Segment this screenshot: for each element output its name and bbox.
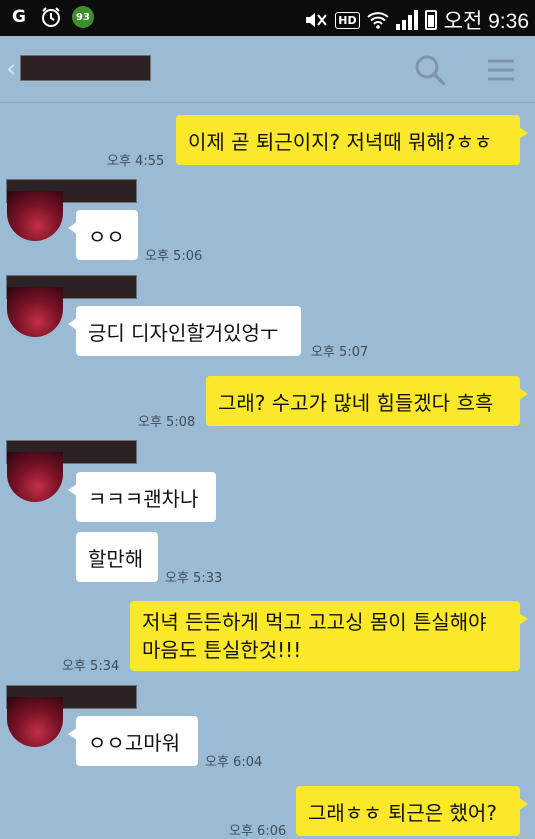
clock-time: 9:36 — [488, 10, 529, 33]
message-text: ㅋㅋㅋ괜차나 — [88, 486, 199, 511]
message-text-line1: 저녁 든든하게 먹고 고고싱 몸이 튼실해야 — [142, 610, 487, 634]
message-time: 오후 5:08 — [138, 415, 196, 430]
message-time: 오후 5:07 — [311, 345, 369, 360]
message-bubble-theirs[interactable]: 할만해 — [76, 532, 158, 582]
message-text: 그래ㅎㅎ 퇴근은 했어? — [308, 800, 497, 825]
clock-ampm: 오전 — [443, 10, 483, 33]
message-bubble-theirs[interactable]: ㅇㅇ — [68, 210, 138, 260]
message-bubble-theirs[interactable]: ㅇㅇ고마워 — [68, 716, 198, 766]
message-bubble-mine[interactable]: 그래? 수고가 많네 힘들겠다 흐흑 — [206, 376, 528, 426]
message-bubble-theirs[interactable]: ㅋㅋㅋ괜차나 — [68, 472, 216, 522]
wifi-icon — [366, 12, 389, 29]
notification-badge-icon: 93 — [72, 6, 94, 28]
mute-icon — [306, 13, 328, 27]
back-icon[interactable]: ‹ — [6, 54, 16, 84]
message-bubble-mine[interactable]: 이제 곧 퇴근이지? 저녁때 뭐해?ㅎㅎ — [176, 115, 528, 165]
message-time: 오후 5:34 — [62, 659, 120, 674]
message-time: 오후 5:06 — [145, 249, 203, 264]
chat-header: ‹ — [0, 36, 535, 103]
chat-partner-name-redacted — [20, 55, 151, 81]
message-bubble-theirs[interactable]: 긍디 디자인할거있엉ㅜ — [68, 306, 301, 356]
message-text: ㅇㅇ — [88, 224, 125, 249]
message-text-line2: 마음도 튼실한것!!! — [142, 638, 302, 662]
message-time: 오후 4:55 — [107, 154, 165, 169]
message-text: 이제 곧 퇴근이지? 저녁때 뭐해?ㅎㅎ — [188, 129, 493, 154]
sender-avatar[interactable] — [7, 697, 63, 747]
carrier-icon: G — [12, 7, 26, 27]
menu-icon[interactable] — [486, 57, 516, 83]
alarm-icon — [40, 6, 62, 28]
status-bar: G 93 HD 오전 9:36 — [0, 0, 535, 36]
hd-voice-icon: HD — [335, 11, 360, 29]
message-text: 할만해 — [88, 546, 144, 571]
signal-icon — [395, 10, 418, 30]
sender-avatar[interactable] — [7, 191, 63, 241]
message-time: 오후 6:06 — [229, 824, 287, 839]
message-bubble-mine[interactable]: 저녁 든든하게 먹고 고고싱 몸이 튼실해야 마음도 튼실한것!!! — [130, 601, 528, 671]
chat-area[interactable]: 이제 곧 퇴근이지? 저녁때 뭐해?ㅎㅎ 오후 4:55 ㅇㅇ 오후 5:06 … — [0, 103, 535, 839]
message-time: 오후 5:33 — [165, 571, 223, 586]
message-text: 긍디 디자인할거있엉ㅜ — [88, 320, 279, 345]
sender-avatar[interactable] — [7, 452, 63, 502]
message-time: 오후 6:04 — [205, 755, 263, 770]
battery-icon — [424, 10, 437, 30]
sender-avatar[interactable] — [7, 287, 63, 337]
message-text: 그래? 수고가 많네 힘들겠다 흐흑 — [218, 390, 494, 415]
message-bubble-mine[interactable]: 그래ㅎㅎ 퇴근은 했어? — [296, 786, 528, 836]
search-icon[interactable] — [413, 53, 447, 87]
message-text: ㅇㅇ고마워 — [88, 730, 180, 755]
